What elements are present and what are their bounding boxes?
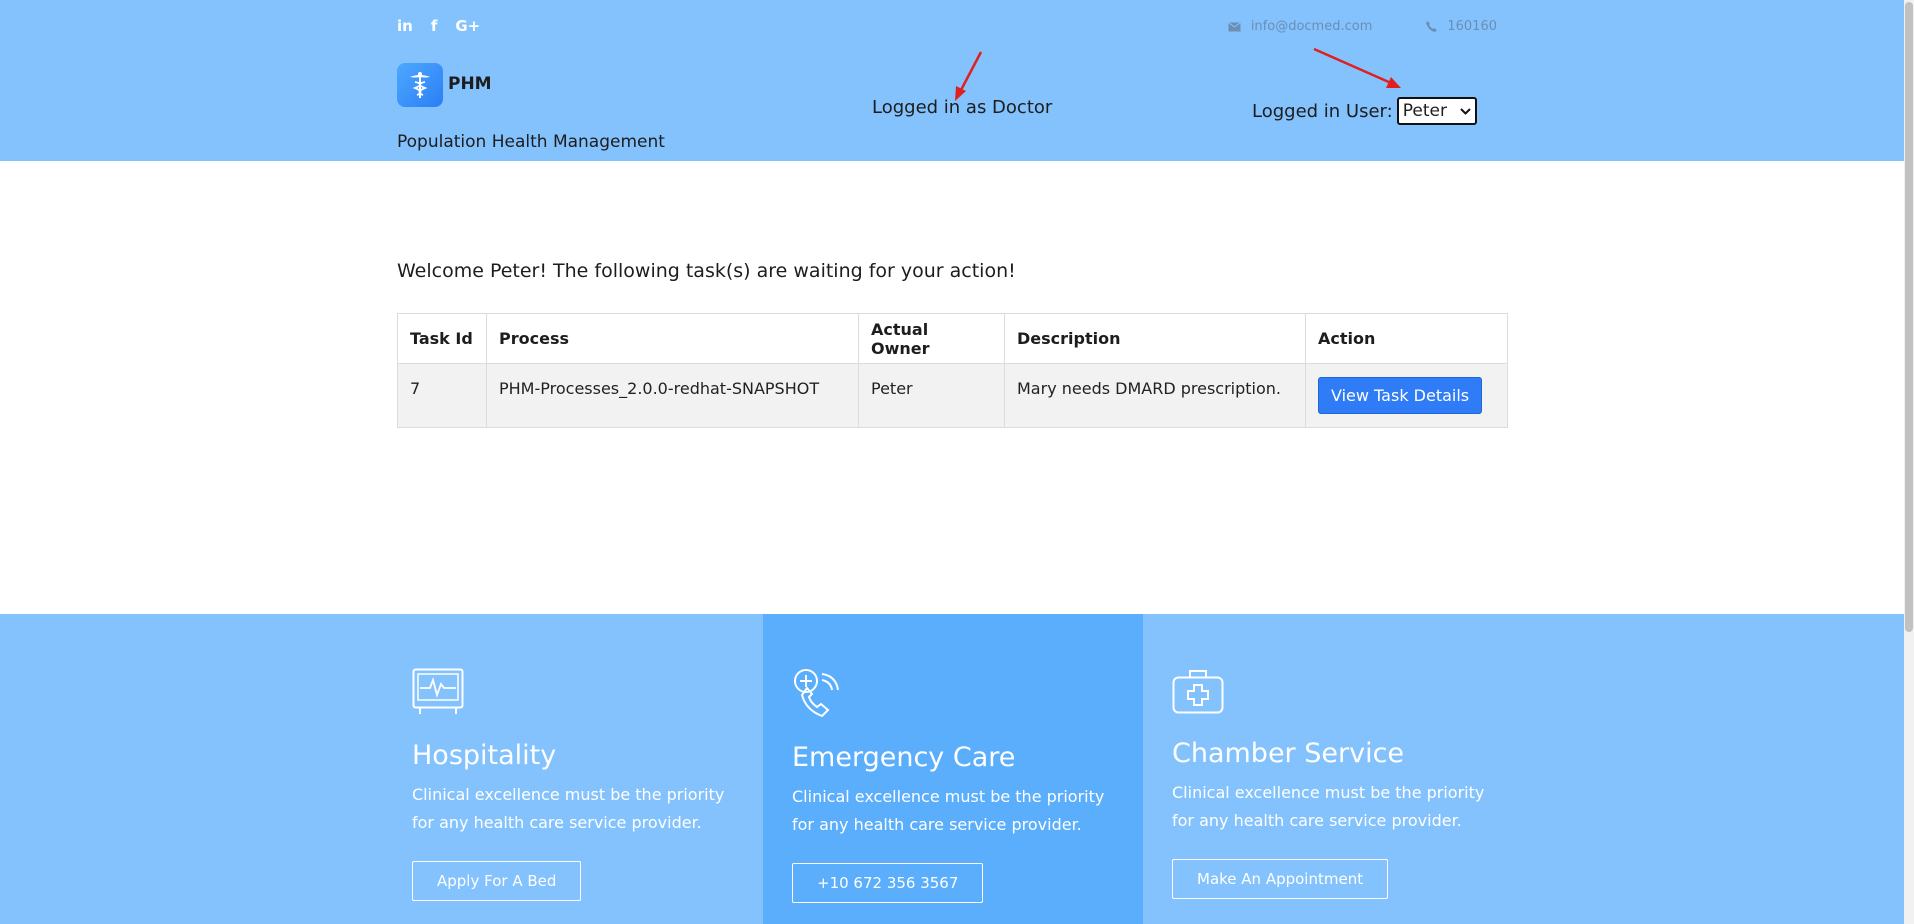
site-header: in f G+ info@docmed.com 160160 PHM Popul… xyxy=(0,0,1904,161)
role-status: Logged in as Doctor xyxy=(872,97,1053,118)
phone-text: 160160 xyxy=(1447,19,1497,34)
header-task-id: Task Id xyxy=(397,313,487,364)
service-title: Hospitality xyxy=(412,740,557,771)
logo[interactable] xyxy=(397,63,443,107)
cell-process: PHM-Processes_2.0.0-redhat-SNAPSHOT xyxy=(486,363,859,428)
welcome-message: Welcome Peter! The following task(s) are… xyxy=(397,260,1016,282)
user-select-value: Peter xyxy=(1402,101,1447,121)
service-text: Clinical excellence must be the priority… xyxy=(412,785,725,832)
view-task-details-button[interactable]: View Task Details xyxy=(1318,377,1483,414)
service-text: Clinical excellence must be the priority… xyxy=(1172,783,1485,830)
google-plus-icon[interactable]: G+ xyxy=(455,17,480,35)
user-label: Logged in User: xyxy=(1252,100,1393,122)
cell-action: View Task Details xyxy=(1305,363,1508,428)
header-action: Action xyxy=(1305,313,1508,364)
chevron-down-icon xyxy=(1460,107,1471,115)
medical-kit-icon xyxy=(1172,670,1224,714)
table-header-row: Task Id Process Actual Owner Description… xyxy=(397,313,1508,364)
cell-owner: Peter xyxy=(858,363,1005,428)
make-appointment-button[interactable]: Make An Appointment xyxy=(1172,859,1389,899)
annotation-arrow-user xyxy=(1313,47,1401,88)
facebook-icon[interactable]: f xyxy=(431,17,438,35)
service-title: Chamber Service xyxy=(1172,738,1405,769)
annotation-arrow-role xyxy=(955,51,983,101)
table-row: 7 PHM-Processes_2.0.0-redhat-SNAPSHOT Pe… xyxy=(397,363,1508,428)
cell-task-id: 7 xyxy=(397,363,487,428)
phone-plus-icon xyxy=(794,669,839,718)
caduceus-icon xyxy=(410,72,430,98)
service-title: Emergency Care xyxy=(792,742,1016,773)
email-contact[interactable]: info@docmed.com xyxy=(1228,19,1373,34)
header-process: Process xyxy=(486,313,859,364)
phone-contact[interactable]: 160160 xyxy=(1426,19,1497,34)
envelope-icon xyxy=(1228,21,1241,31)
cell-description: Mary needs DMARD prescription. xyxy=(1004,363,1306,428)
user-switcher: Logged in User: Peter xyxy=(1252,97,1477,125)
service-text: Clinical excellence must be the priority… xyxy=(792,787,1105,834)
services-section: Hospitality Clinical excellence must be … xyxy=(0,614,1904,924)
service-hospitality: Hospitality Clinical excellence must be … xyxy=(0,614,763,924)
tagline: Population Health Management xyxy=(397,132,665,152)
task-table: Task Id Process Actual Owner Description… xyxy=(397,313,1508,428)
email-text: info@docmed.com xyxy=(1250,19,1373,34)
header-description: Description xyxy=(1004,313,1306,364)
brand-name[interactable]: PHM xyxy=(448,74,492,94)
phone-icon xyxy=(1426,21,1438,32)
service-chamber: Chamber Service Clinical excellence must… xyxy=(1143,614,1904,924)
annotation-arrows xyxy=(955,47,1401,101)
service-emergency: Emergency Care Clinical excellence must … xyxy=(763,614,1143,924)
page-scrollbar[interactable] xyxy=(1904,0,1914,924)
monitor-heartbeat-icon xyxy=(412,668,464,714)
user-select[interactable]: Peter xyxy=(1396,97,1477,125)
emergency-phone-button[interactable]: +10 672 356 3567 xyxy=(792,863,984,903)
apply-for-bed-button[interactable]: Apply For A Bed xyxy=(412,861,582,901)
social-links: in f G+ xyxy=(397,17,480,35)
header-owner: Actual Owner xyxy=(858,313,1005,364)
contact-info: info@docmed.com 160160 xyxy=(1228,19,1497,34)
scrollbar-thumb[interactable] xyxy=(1905,2,1913,632)
linkedin-icon[interactable]: in xyxy=(397,17,413,35)
